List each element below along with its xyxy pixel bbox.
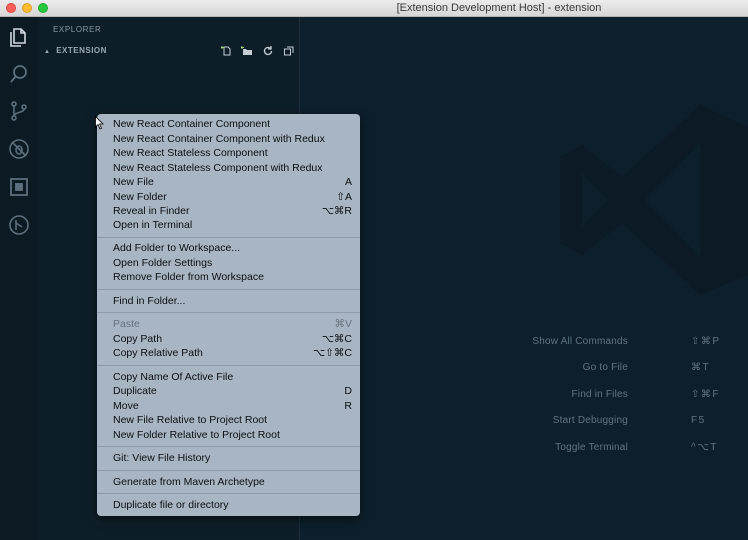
source-control-icon[interactable] [7,99,31,123]
menu-item-label: Duplicate [113,385,157,397]
menu-separator [97,446,360,447]
menu-item-label: Duplicate file or directory [113,499,229,511]
menu-item-new-react-container[interactable]: New React Container Component [113,117,352,131]
menu-item-shortcut: R [344,400,352,412]
menu-item-add-folder-to-workspace[interactable]: Add Folder to Workspace... [113,241,352,255]
menu-item-reveal-in-finder[interactable]: Reveal in Finder ⌥⌘R [113,204,352,218]
files-icon[interactable] [7,25,31,49]
menu-item-move[interactable]: Move R [113,399,352,413]
menu-item-find-in-folder[interactable]: Find in Folder... [113,294,352,308]
shortcut-keys: ⇧⌘F [691,389,720,400]
explorer-title: EXPLORER [53,25,102,34]
menu-item-label: New React Container Component with Redux [113,133,325,145]
menu-item-label: Open Folder Settings [113,257,213,269]
menu-separator [97,237,360,238]
shortcut-keys: ⇧⌘P [691,336,721,347]
menu-item-new-file[interactable]: New File A [113,175,352,189]
menu-separator [97,312,360,313]
menu-item-label: New React Container Component [113,118,270,130]
menu-item-label: Git: View File History [113,452,211,464]
menu-item-shortcut: D [344,385,352,397]
menu-item-git-view-file-history[interactable]: Git: View File History [113,451,352,465]
menu-item-new-react-stateless-redux[interactable]: New React Stateless Component with Redux [113,161,352,175]
menu-item-label: New File [113,176,154,188]
menu-item-label: Move [113,400,139,412]
shortcut-label: Toggle Terminal [555,442,628,453]
menu-item-open-folder-settings[interactable]: Open Folder Settings [113,256,352,270]
collapse-triangle-icon: ▲ [44,49,51,55]
refresh-icon[interactable] [262,44,274,56]
window-title: [Extension Development Host] - extension [396,2,602,14]
section-label: EXTENSION [56,46,107,55]
menu-item-shortcut: A [344,176,352,188]
menu-item-shortcut: ⌥⇧⌘C [313,347,352,359]
new-file-icon[interactable] [221,44,233,56]
shortcut-label: Find in Files [571,389,628,400]
shortcut-keys: ⌘T [691,362,711,373]
shortcut-keys: F5 [691,415,706,426]
menu-item-duplicate-file-or-directory[interactable]: Duplicate file or directory [113,498,352,512]
menu-item-label: Open in Terminal [113,219,193,231]
new-folder-icon[interactable] [241,44,253,56]
menu-item-label: New Folder [113,191,167,203]
menu-separator [97,493,360,494]
menu-item-label: Generate from Maven Archetype [113,476,265,488]
remote-icon[interactable] [7,213,31,237]
menu-item-label: Add Folder to Workspace... [113,242,241,254]
menu-item-label: New React Stateless Component with Redux [113,162,323,174]
menu-item-new-react-stateless[interactable]: New React Stateless Component [113,146,352,160]
shortcut-keys: ^⌥T [691,442,718,453]
menu-separator [97,365,360,366]
menu-item-label: Remove Folder from Workspace [113,271,264,283]
menu-item-new-folder-relative-to-root[interactable]: New Folder Relative to Project Root [113,428,352,442]
shortcut-label: Go to File [582,362,628,373]
menu-item-label: Find in Folder... [113,295,186,307]
menu-item-generate-maven-archetype[interactable]: Generate from Maven Archetype [113,475,352,489]
collapse-all-icon[interactable] [283,44,295,56]
menu-item-new-file-relative-to-root[interactable]: New File Relative to Project Root [113,413,352,427]
menu-item-shortcut: ⌥⌘C [321,333,352,345]
vscode-logo-watermark [560,105,748,295]
shortcut-label: Start Debugging [552,415,628,426]
menu-item-paste: Paste ⌘V [113,317,352,331]
menu-item-duplicate[interactable]: Duplicate D [113,384,352,398]
menu-item-copy-path[interactable]: Copy Path ⌥⌘C [113,332,352,346]
menu-item-shortcut: ⇧A [336,191,352,203]
menu-item-label: New React Stateless Component [113,147,268,159]
context-menu: New React Container Component New React … [97,114,360,516]
menu-item-label: Reveal in Finder [113,205,190,217]
menu-separator [97,289,360,290]
mouse-cursor-icon [95,116,104,130]
menu-item-label: Paste [113,318,140,330]
search-icon[interactable] [7,62,31,86]
menu-item-label: Copy Relative Path [113,347,203,359]
menu-item-remove-folder-from-workspace[interactable]: Remove Folder from Workspace [113,270,352,284]
menu-item-shortcut: ⌥⌘R [321,205,352,217]
shortcut-label: Show All Commands [532,336,628,347]
menu-item-shortcut: ⌘V [334,318,352,330]
menu-item-label: Copy Name Of Active File [113,371,234,383]
menu-item-copy-relative-path[interactable]: Copy Relative Path ⌥⇧⌘C [113,346,352,360]
menu-item-label: Copy Path [113,333,163,345]
menu-item-copy-name-of-active-file[interactable]: Copy Name Of Active File [113,370,352,384]
extensions-icon[interactable] [7,175,31,199]
menu-item-label: New Folder Relative to Project Root [113,429,280,441]
activity-bar [0,17,38,540]
debug-icon[interactable] [7,137,31,161]
menu-item-new-react-container-redux[interactable]: New React Container Component with Redux [113,132,352,146]
menu-item-new-folder[interactable]: New Folder ⇧A [113,190,352,204]
menu-separator [97,470,360,471]
menu-item-open-in-terminal[interactable]: Open in Terminal [113,218,352,232]
menu-item-label: New File Relative to Project Root [113,414,268,426]
title-bar: [Extension Development Host] - extension [0,0,748,17]
explorer-section-header[interactable]: ▲ EXTENSION [44,46,107,55]
